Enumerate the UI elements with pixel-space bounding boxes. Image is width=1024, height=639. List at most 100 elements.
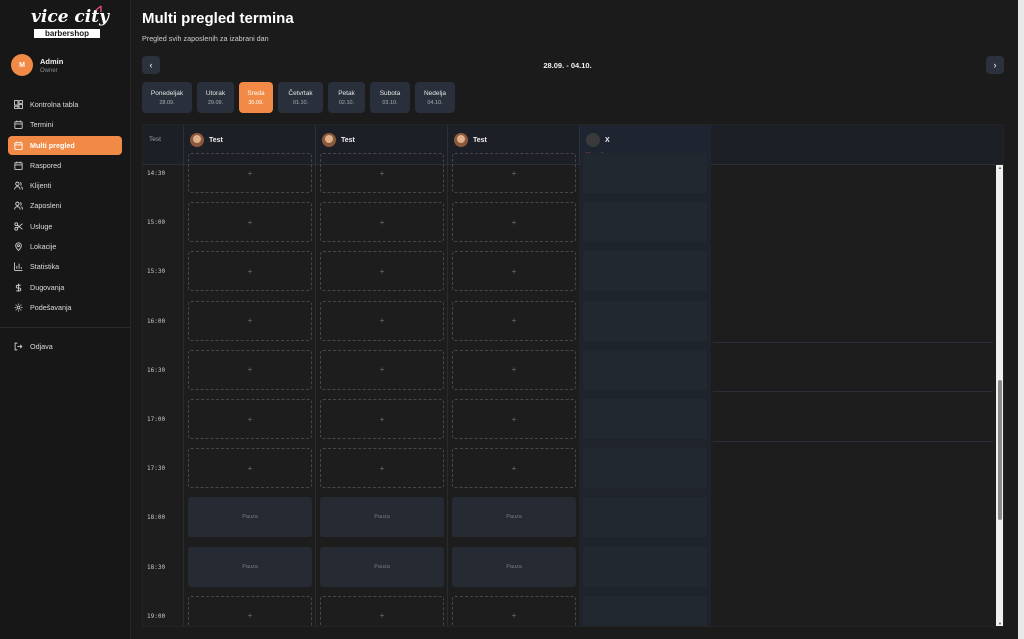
employee-name: Test bbox=[341, 137, 355, 144]
day-date: 30.09. bbox=[248, 99, 264, 106]
svg-text:vice city: vice city bbox=[31, 7, 110, 27]
dollar-icon bbox=[15, 283, 22, 292]
add-appointment-slot[interactable]: + bbox=[452, 251, 576, 292]
row-divider bbox=[713, 441, 993, 442]
day-date: 01.10. bbox=[292, 99, 309, 106]
user-name: Admin bbox=[40, 56, 64, 66]
grid-scrollbar[interactable]: ▲ ▼ bbox=[996, 165, 1003, 626]
logout-button[interactable]: Odjava bbox=[8, 337, 122, 356]
add-appointment-slot[interactable]: + bbox=[188, 349, 312, 390]
sidebar: vice city barbershop M Admin Owner Kontr… bbox=[0, 0, 131, 639]
dashboard-icon bbox=[14, 100, 23, 109]
add-appointment-slot[interactable]: + bbox=[188, 251, 312, 292]
time-label: 17:00 bbox=[147, 416, 166, 423]
user-profile[interactable]: M Admin Owner bbox=[11, 54, 63, 76]
unavailable-slot bbox=[583, 497, 707, 538]
sidebar-item-multi-pregled[interactable]: Multi pregled bbox=[8, 135, 122, 155]
unavailable-slot bbox=[583, 153, 707, 193]
employee-name: Test bbox=[209, 137, 223, 144]
day-date: 28.09. bbox=[159, 99, 175, 106]
add-appointment-slot[interactable]: + bbox=[320, 448, 444, 489]
sidebar-item-termini[interactable]: Termini bbox=[8, 115, 122, 134]
unavailable-slot bbox=[583, 399, 707, 439]
map-pin-icon bbox=[15, 242, 22, 252]
add-appointment-slot[interactable]: + bbox=[452, 448, 576, 489]
brand-logo[interactable]: vice city barbershop bbox=[20, 4, 120, 42]
calendar-icon bbox=[14, 120, 23, 130]
day-date: 29.09. bbox=[207, 99, 224, 106]
add-appointment-slot[interactable]: + bbox=[452, 202, 576, 243]
add-appointment-slot[interactable]: + bbox=[452, 595, 576, 626]
time-label: 18:00 bbox=[147, 514, 166, 522]
users-icon bbox=[14, 202, 23, 210]
add-appointment-slot[interactable]: + bbox=[188, 448, 312, 489]
day-tab[interactable]: Nedelja 04.10. bbox=[415, 82, 455, 113]
time-label: 14:30 bbox=[147, 170, 166, 177]
time-label: 18:30 bbox=[147, 563, 166, 571]
employee-name: X bbox=[605, 137, 610, 144]
add-appointment-slot[interactable]: + bbox=[320, 251, 444, 292]
row-divider bbox=[713, 342, 993, 343]
time-column-header: Test bbox=[149, 136, 161, 143]
add-appointment-slot[interactable]: + bbox=[452, 349, 576, 390]
day-name: Petak bbox=[338, 89, 355, 97]
add-appointment-slot[interactable]: + bbox=[452, 300, 576, 341]
employee-avatar bbox=[190, 133, 204, 147]
nav-label: Klijenti bbox=[30, 181, 52, 191]
time-label: 16:30 bbox=[147, 366, 166, 374]
day-tab[interactable]: Ponedeljak 28.09. bbox=[142, 82, 192, 113]
day-tab[interactable]: Utorak 29.09. bbox=[197, 82, 234, 113]
add-appointment-slot[interactable]: + bbox=[452, 399, 576, 439]
scroll-down-arrow[interactable]: ▼ bbox=[996, 621, 1003, 626]
employee-column: + + + + + + + Pauza Pauza + bbox=[447, 153, 579, 626]
unavailable-slot bbox=[583, 595, 707, 626]
add-appointment-slot[interactable]: + bbox=[188, 595, 312, 626]
add-appointment-slot[interactable]: + bbox=[188, 202, 312, 243]
unavailable-slot bbox=[583, 202, 707, 243]
day-name: Četvrtak bbox=[288, 89, 313, 97]
add-appointment-slot[interactable]: + bbox=[188, 300, 312, 341]
sidebar-item-pode-avanja[interactable]: Podešavanja bbox=[8, 298, 122, 317]
pause-slot: Pauza bbox=[320, 497, 444, 538]
add-appointment-slot[interactable]: + bbox=[320, 399, 444, 439]
add-appointment-slot[interactable]: + bbox=[188, 399, 312, 439]
employee-column-off bbox=[579, 153, 711, 626]
sidebar-item-raspored[interactable]: Raspored bbox=[8, 156, 122, 175]
user-role: Owner bbox=[40, 67, 58, 74]
day-tab[interactable]: Četvrtak 01.10. bbox=[278, 82, 323, 113]
day-name: Sreda bbox=[247, 89, 265, 97]
scroll-thumb[interactable] bbox=[998, 380, 1002, 520]
sidebar-item-kontrolna-tabla[interactable]: Kontrolna tabla bbox=[8, 95, 122, 114]
add-appointment-slot[interactable]: + bbox=[320, 300, 444, 341]
sidebar-item-dugovanja[interactable]: Dugovanja bbox=[8, 278, 122, 297]
add-appointment-slot[interactable]: + bbox=[320, 595, 444, 626]
window-edge bbox=[1018, 0, 1024, 639]
next-week-button[interactable]: › bbox=[986, 56, 1004, 74]
add-appointment-slot[interactable]: + bbox=[320, 202, 444, 243]
day-tab[interactable]: Petak 02.10. bbox=[328, 82, 365, 113]
add-appointment-slot[interactable]: + bbox=[188, 153, 312, 193]
sidebar-item-statistika[interactable]: Statistika bbox=[8, 257, 122, 276]
sidebar-item-lokacije[interactable]: Lokacije bbox=[8, 237, 122, 256]
add-appointment-slot[interactable]: + bbox=[320, 349, 444, 390]
nav-label: Lokacije bbox=[30, 242, 57, 252]
day-name: Nedelja bbox=[423, 89, 447, 97]
employee-column: + + + + + + + Pauza Pauza + bbox=[315, 153, 447, 626]
time-label: 16:00 bbox=[147, 317, 166, 325]
nav-label: Zaposleni bbox=[30, 201, 62, 211]
add-appointment-slot[interactable]: + bbox=[320, 153, 444, 193]
sidebar-divider bbox=[0, 327, 130, 328]
day-tab[interactable]: Sreda 30.09. bbox=[239, 82, 273, 113]
scissors-icon bbox=[14, 222, 23, 231]
calendar-icon bbox=[14, 161, 23, 170]
page-subtitle: Pregled svih zaposlenih za izabrani dan bbox=[142, 34, 269, 43]
day-tab[interactable]: Subota 03.10. bbox=[370, 82, 410, 113]
scroll-up-arrow[interactable]: ▲ bbox=[996, 165, 1003, 171]
avatar: M bbox=[11, 54, 33, 76]
sidebar-item-zaposleni[interactable]: Zaposleni bbox=[8, 196, 122, 215]
sidebar-item-klijenti[interactable]: Klijenti bbox=[8, 176, 122, 195]
pause-slot: Pauza bbox=[188, 546, 312, 587]
schedule-grid: Test TestTestTestXNe radi 14:3015:0015:3… bbox=[142, 124, 1004, 627]
add-appointment-slot[interactable]: + bbox=[452, 153, 576, 193]
sidebar-item-usluge[interactable]: Usluge bbox=[8, 217, 122, 236]
